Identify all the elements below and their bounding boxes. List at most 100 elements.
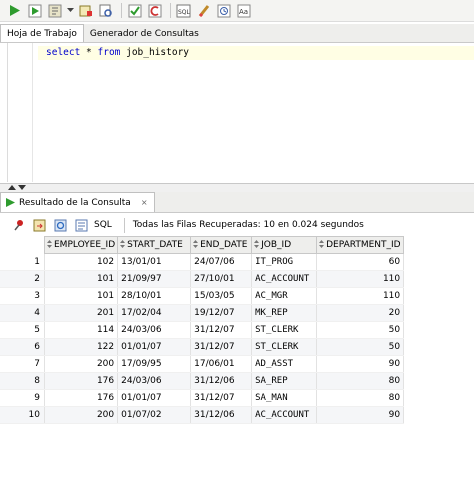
cell-end-date[interactable]: 31/12/06: [190, 372, 253, 390]
sql-editor[interactable]: select * from job_history: [0, 43, 474, 182]
cell-end-date[interactable]: 31/12/07: [190, 338, 253, 356]
cell-employee-id[interactable]: 101: [44, 270, 119, 288]
table-row[interactable]: 10 200 01/07/02 31/12/06 AC_ACCOUNT 90: [0, 406, 405, 424]
results-grid[interactable]: EMPLOYEE_ID START_DATE END_DATE JOB_ID D…: [0, 236, 474, 499]
column-header-start-date[interactable]: START_DATE: [117, 236, 192, 254]
cell-department-id[interactable]: 90: [316, 355, 405, 373]
cell-start-date[interactable]: 21/09/97: [117, 270, 192, 288]
cell-department-id[interactable]: 50: [316, 321, 405, 339]
cell-end-date[interactable]: 24/07/06: [190, 253, 253, 271]
column-header-department-id[interactable]: DEPARTMENT_ID: [316, 236, 405, 254]
refresh-icon[interactable]: [52, 217, 69, 234]
sql-icon[interactable]: [73, 217, 90, 234]
cell-job-id[interactable]: SA_MAN: [251, 389, 318, 407]
cell-department-id[interactable]: 80: [316, 389, 405, 407]
cell-employee-id[interactable]: 201: [44, 304, 119, 322]
row-number: 1: [0, 253, 45, 271]
format-icon[interactable]: Aa: [235, 2, 252, 19]
tab-hoja-de-trabajo[interactable]: Hoja de Trabajo: [0, 24, 84, 42]
cell-job-id[interactable]: AC_ACCOUNT: [251, 406, 318, 424]
table-row[interactable]: 5 114 24/03/06 31/12/07 ST_CLERK 50: [0, 321, 405, 339]
pin-icon[interactable]: [10, 217, 27, 234]
cell-job-id[interactable]: AD_ASST: [251, 355, 318, 373]
cell-employee-id[interactable]: 176: [44, 372, 119, 390]
cell-start-date[interactable]: 24/03/06: [117, 372, 192, 390]
splitter-arrows-icon[interactable]: [8, 184, 28, 191]
column-header-label: START_DATE: [127, 240, 183, 250]
sql-tuning-icon[interactable]: [97, 2, 114, 19]
autotrace-icon[interactable]: [46, 2, 63, 19]
column-header-label: DEPARTMENT_ID: [326, 240, 401, 250]
cell-end-date[interactable]: 31/12/06: [190, 406, 253, 424]
cell-employee-id[interactable]: 176: [44, 389, 119, 407]
cell-end-date[interactable]: 27/10/01: [190, 270, 253, 288]
cell-job-id[interactable]: AC_MGR: [251, 287, 318, 305]
cell-start-date[interactable]: 17/02/04: [117, 304, 192, 322]
table-row[interactable]: 8 176 24/03/06 31/12/06 SA_REP 80: [0, 372, 405, 390]
chevron-down-icon[interactable]: [66, 2, 74, 19]
cell-employee-id[interactable]: 102: [44, 253, 119, 271]
column-header-employee-id[interactable]: EMPLOYEE_ID: [43, 236, 119, 254]
column-header-job-id[interactable]: JOB_ID: [251, 236, 318, 254]
cell-job-id[interactable]: AC_ACCOUNT: [251, 270, 318, 288]
cell-end-date[interactable]: 31/12/07: [190, 321, 253, 339]
row-number: 3: [0, 287, 45, 305]
cell-employee-id[interactable]: 122: [44, 338, 119, 356]
row-number: 2: [0, 270, 45, 288]
table-row[interactable]: 7 200 17/09/95 17/06/01 AD_ASST 90: [0, 355, 405, 373]
cell-end-date[interactable]: 19/12/07: [190, 304, 253, 322]
cell-employee-id[interactable]: 101: [44, 287, 119, 305]
cell-job-id[interactable]: MK_REP: [251, 304, 318, 322]
cell-job-id[interactable]: ST_CLERK: [251, 338, 318, 356]
cell-start-date[interactable]: 13/01/01: [117, 253, 192, 271]
cell-department-id[interactable]: 50: [316, 338, 405, 356]
table-row[interactable]: 4 201 17/02/04 19/12/07 MK_REP 20: [0, 304, 405, 322]
unshared-sql-icon[interactable]: SQL: [175, 2, 192, 19]
cell-end-date[interactable]: 31/12/07: [190, 389, 253, 407]
column-header-label: EMPLOYEE_ID: [54, 240, 116, 250]
explain-plan-icon[interactable]: [77, 2, 94, 19]
table-row[interactable]: 9 176 01/01/07 31/12/07 SA_MAN 80: [0, 389, 405, 407]
cell-department-id[interactable]: 110: [316, 287, 405, 305]
cell-employee-id[interactable]: 200: [44, 406, 119, 424]
cell-start-date[interactable]: 01/01/07: [117, 338, 192, 356]
cell-start-date[interactable]: 28/10/01: [117, 287, 192, 305]
row-number: 9: [0, 389, 45, 407]
run-script-icon[interactable]: [26, 2, 43, 19]
cell-job-id[interactable]: ST_CLERK: [251, 321, 318, 339]
commit-icon[interactable]: [126, 2, 143, 19]
table-row[interactable]: 2 101 21/09/97 27/10/01 AC_ACCOUNT 110: [0, 270, 405, 288]
sql-statement[interactable]: select * from job_history: [46, 47, 189, 58]
history-icon[interactable]: [215, 2, 232, 19]
cell-start-date[interactable]: 17/09/95: [117, 355, 192, 373]
cell-start-date[interactable]: 01/07/02: [117, 406, 192, 424]
cell-department-id[interactable]: 20: [316, 304, 405, 322]
editor-margin: [32, 43, 33, 182]
cell-employee-id[interactable]: 200: [44, 355, 119, 373]
run-statement-icon[interactable]: [6, 2, 23, 19]
cell-department-id[interactable]: 80: [316, 372, 405, 390]
cell-department-id[interactable]: 90: [316, 406, 405, 424]
cell-end-date[interactable]: 17/06/01: [190, 355, 253, 373]
cell-start-date[interactable]: 01/01/07: [117, 389, 192, 407]
table-row[interactable]: 3 101 28/10/01 15/03/05 AC_MGR 110: [0, 287, 405, 305]
cell-job-id[interactable]: SA_REP: [251, 372, 318, 390]
clear-icon[interactable]: [195, 2, 212, 19]
table-row[interactable]: 6 122 01/01/07 31/12/07 ST_CLERK 50: [0, 338, 405, 356]
sql-keyword: from: [97, 47, 121, 58]
results-tabs: Resultado de la Consulta ×: [0, 192, 474, 213]
cell-job-id[interactable]: IT_PROG: [251, 253, 318, 271]
cell-department-id[interactable]: 60: [316, 253, 405, 271]
cell-start-date[interactable]: 24/03/06: [117, 321, 192, 339]
cell-department-id[interactable]: 110: [316, 270, 405, 288]
rollback-icon[interactable]: [146, 2, 163, 19]
sql-label[interactable]: SQL: [94, 220, 112, 230]
tab-generador-de-consultas[interactable]: Generador de Consultas: [84, 25, 205, 42]
export-icon[interactable]: [31, 217, 48, 234]
cell-employee-id[interactable]: 114: [44, 321, 119, 339]
column-header-end-date[interactable]: END_DATE: [190, 236, 253, 254]
table-row[interactable]: 1 102 13/01/01 24/07/06 IT_PROG 60: [0, 253, 405, 271]
cell-end-date[interactable]: 15/03/05: [190, 287, 253, 305]
tab-resultado-de-la-consulta[interactable]: Resultado de la Consulta ×: [0, 192, 155, 212]
close-icon[interactable]: ×: [141, 198, 148, 207]
